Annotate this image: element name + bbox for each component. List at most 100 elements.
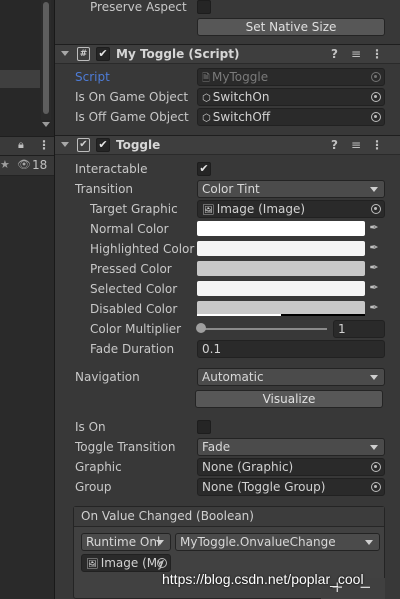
- object-picker-icon[interactable]: [371, 204, 381, 214]
- script-value: MyToggle: [212, 70, 269, 84]
- is-on-checkbox[interactable]: [197, 420, 211, 434]
- foldout-arrow-icon[interactable]: [61, 142, 69, 147]
- disabled-alpha-bar: [197, 314, 281, 316]
- set-native-size-button[interactable]: Set Native Size: [197, 18, 385, 36]
- is-on-game-object-label: Is On Game Object: [75, 90, 189, 104]
- normal-color-swatch[interactable]: [197, 221, 365, 236]
- eye-slash-icon[interactable]: 👁︎: [17, 158, 31, 171]
- hierarchy-toolbar: 🔒︎ ⋮: [0, 136, 54, 156]
- script-hash-icon: #: [77, 47, 90, 61]
- runtime-mode-dropdown[interactable]: Runtime Onl: [81, 533, 171, 551]
- preset-icon[interactable]: ≡: [351, 138, 361, 152]
- group-label: Group: [75, 480, 112, 494]
- script-field[interactable]: 🗎︎ MyToggle: [197, 68, 385, 86]
- toggle-component-header[interactable]: ✔ ✔ Toggle ? ≡ ⋮: [55, 135, 400, 155]
- group-value: None (Toggle Group): [202, 480, 326, 494]
- chevron-down-icon: [370, 445, 378, 450]
- target-graphic-field[interactable]: 🖼︎ Image (Image): [197, 200, 385, 218]
- target-graphic-value: Image (Image): [216, 202, 306, 216]
- toggle-transition-value: Fade: [202, 440, 231, 454]
- object-picker-icon[interactable]: [371, 92, 381, 102]
- is-off-game-object-label: Is Off Game Object: [75, 110, 189, 124]
- gameobject-cube-icon: ⬡: [202, 113, 211, 124]
- selected-color-label: Selected Color: [90, 282, 178, 296]
- hierarchy-scrollbar-thumb[interactable]: [43, 2, 49, 114]
- eyedropper-icon[interactable]: ✒: [367, 281, 381, 295]
- navigation-label: Navigation: [75, 370, 140, 384]
- help-icon[interactable]: ?: [331, 138, 338, 152]
- my-toggle-enabled-checkbox[interactable]: ✔: [96, 47, 110, 61]
- object-picker-icon[interactable]: [371, 462, 381, 472]
- my-toggle-component-header[interactable]: # ✔ My Toggle (Script) ? ≡ ⋮: [55, 44, 400, 64]
- component-menu-icon[interactable]: ⋮: [371, 138, 383, 152]
- navigation-dropdown[interactable]: Automatic: [197, 368, 385, 386]
- eyedropper-icon[interactable]: ✒: [367, 221, 381, 235]
- function-dropdown[interactable]: MyToggle.OnvalueChange: [175, 533, 380, 551]
- color-multiplier-slider-track[interactable]: [201, 328, 327, 330]
- hierarchy-panel: 🔒︎ ⋮ ★ 👁︎ 18: [0, 0, 54, 599]
- layer-count: 18: [32, 158, 48, 172]
- toggle-component-icon: ✔: [77, 138, 90, 152]
- chevron-down-icon: [365, 540, 373, 545]
- event-object-value: Image (My: [100, 556, 165, 570]
- scroll-down-icon[interactable]: [42, 122, 50, 127]
- is-on-game-object-field[interactable]: ⬡ SwitchOn: [197, 88, 385, 106]
- my-toggle-title: My Toggle (Script): [116, 47, 240, 61]
- star-icon[interactable]: ★: [0, 158, 10, 171]
- transition-label: Transition: [75, 182, 134, 196]
- chevron-down-icon: [156, 540, 164, 545]
- event-title: On Value Changed (Boolean): [74, 507, 384, 527]
- navigation-value: Automatic: [202, 370, 264, 384]
- selected-color-swatch[interactable]: [197, 281, 365, 296]
- highlighted-color-swatch[interactable]: [197, 241, 365, 256]
- watermark-text: https://blog.csdn.net/poplar_cool: [162, 571, 364, 587]
- visualize-button[interactable]: Visualize: [195, 390, 383, 408]
- color-multiplier-label: Color Multiplier: [90, 322, 182, 336]
- runtime-mode-value: Runtime Onl: [86, 535, 161, 549]
- is-off-game-object-field[interactable]: ⬡ SwitchOff: [197, 108, 385, 126]
- pressed-color-swatch[interactable]: [197, 261, 365, 276]
- target-graphic-label: Target Graphic: [90, 202, 178, 216]
- graphic-label: Graphic: [75, 460, 122, 474]
- color-multiplier-slider-thumb[interactable]: [196, 323, 206, 333]
- gameobject-cube-icon: ⬡: [202, 93, 211, 104]
- object-picker-icon[interactable]: [157, 558, 167, 568]
- preserve-aspect-checkbox[interactable]: [197, 0, 211, 14]
- normal-color-label: Normal Color: [90, 222, 169, 236]
- pressed-color-label: Pressed Color: [90, 262, 172, 276]
- hierarchy-lower-panel: [0, 176, 54, 599]
- kebab-menu-icon[interactable]: ⋮: [38, 138, 50, 152]
- group-field[interactable]: None (Toggle Group): [197, 478, 385, 496]
- transition-value: Color Tint: [202, 182, 260, 196]
- object-picker-icon[interactable]: [371, 112, 381, 122]
- help-icon[interactable]: ?: [331, 47, 338, 61]
- script-label: Script: [75, 70, 110, 84]
- toggle-enabled-checkbox[interactable]: ✔: [96, 138, 110, 152]
- eyedropper-icon[interactable]: ✒: [367, 241, 381, 255]
- graphic-field[interactable]: None (Graphic): [197, 458, 385, 476]
- inspector-panel: Preserve Aspect Set Native Size # ✔ My T…: [54, 0, 400, 599]
- image-icon: 🖼︎: [86, 559, 99, 570]
- fade-duration-input[interactable]: 0.1: [197, 340, 385, 358]
- object-picker-icon[interactable]: [371, 482, 381, 492]
- event-object-field[interactable]: 🖼︎ Image (My: [81, 554, 171, 572]
- script-file-icon: 🗎︎: [202, 73, 211, 84]
- eyedropper-icon[interactable]: ✒: [367, 301, 381, 315]
- disabled-color-label: Disabled Color: [90, 302, 178, 316]
- foldout-arrow-icon[interactable]: [61, 51, 69, 56]
- highlighted-color-label: Highlighted Color: [90, 242, 195, 256]
- component-menu-icon[interactable]: ⋮: [371, 47, 383, 61]
- chevron-down-icon: [370, 375, 378, 380]
- transition-dropdown[interactable]: Color Tint: [197, 180, 385, 198]
- eyedropper-icon[interactable]: ✒: [367, 261, 381, 275]
- preset-icon[interactable]: ≡: [351, 47, 361, 61]
- toggle-transition-dropdown[interactable]: Fade: [197, 438, 385, 456]
- interactable-checkbox[interactable]: ✔: [197, 162, 211, 176]
- hierarchy-selected-row[interactable]: [0, 70, 40, 88]
- object-picker-icon[interactable]: [371, 72, 381, 82]
- is-on-game-object-value: SwitchOn: [212, 90, 270, 104]
- lock-icon[interactable]: 🔒︎: [18, 138, 24, 152]
- toggle-transition-label: Toggle Transition: [75, 440, 176, 454]
- graphic-value: None (Graphic): [202, 460, 294, 474]
- color-multiplier-input[interactable]: 1: [333, 320, 385, 338]
